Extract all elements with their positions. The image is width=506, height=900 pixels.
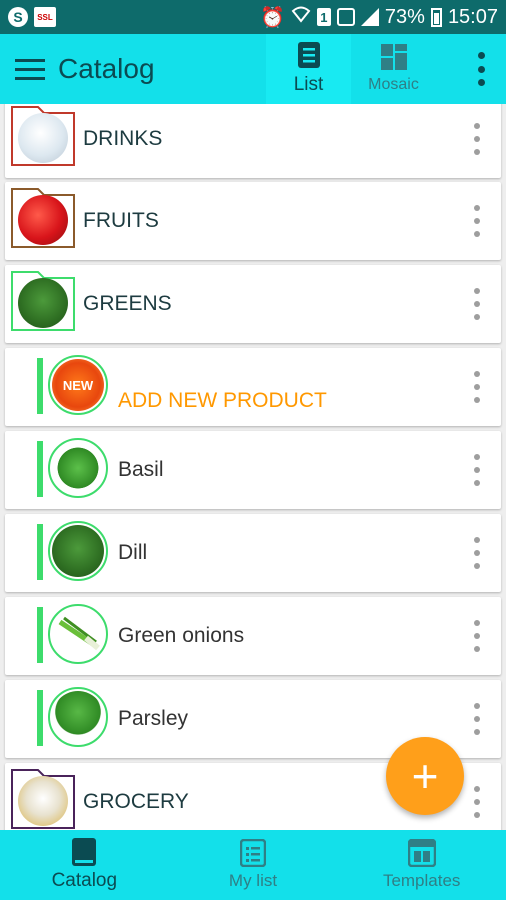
nav-my-list-label: My list (228, 871, 278, 890)
row-menu-icon[interactable] (473, 786, 481, 818)
basil-icon (48, 438, 108, 498)
template-icon (407, 839, 436, 867)
wifi-icon (291, 5, 311, 29)
mosaic-view-icon (380, 44, 407, 70)
folder-icon (10, 104, 76, 167)
add-new-product-row[interactable]: NEW ADD NEW PRODUCT (5, 348, 501, 426)
view-tabs: List Mosaic (266, 34, 436, 104)
signal-icon (360, 8, 379, 26)
subcategory-bar (37, 358, 43, 414)
sim-icon: 1 (316, 8, 331, 26)
overflow-menu-icon[interactable] (476, 52, 486, 86)
row-menu-icon[interactable] (473, 620, 481, 652)
nav-templates[interactable]: Templates (337, 830, 506, 900)
row-menu-icon[interactable] (473, 537, 481, 569)
tab-list[interactable]: List (266, 34, 351, 104)
parsley-icon (48, 687, 108, 747)
skype-icon: S (8, 7, 28, 27)
status-bar: S SSL ⏰ 1 73% 15:07 (0, 0, 506, 34)
nav-catalog-label: Catalog (51, 870, 118, 891)
list-item[interactable]: Dill (5, 514, 501, 592)
page-title: Catalog (58, 53, 155, 84)
subcategory-bar (37, 607, 43, 663)
list-item[interactable]: Green onions (5, 597, 501, 675)
list-item[interactable]: DRINKS (5, 104, 501, 178)
category-label: GROCERY (83, 790, 189, 813)
list-item[interactable]: FRUITS (5, 182, 501, 260)
apple-icon (18, 195, 68, 245)
hamburger-menu-icon[interactable] (6, 34, 54, 104)
category-label: GREENS (83, 292, 172, 315)
clock: 15:07 (447, 5, 498, 28)
folder-icon (10, 185, 76, 249)
checklist-icon (240, 839, 266, 867)
folder-icon (10, 766, 76, 830)
drinks-icon (18, 113, 68, 163)
tab-mosaic-label: Mosaic (368, 76, 419, 93)
row-menu-icon[interactable] (473, 703, 481, 735)
list-view-icon (297, 42, 320, 68)
folder-icon (10, 268, 76, 332)
battery-percent: 73% (384, 5, 425, 28)
row-menu-icon[interactable] (473, 371, 481, 403)
app-bar: Catalog List Mosaic (0, 34, 506, 104)
row-menu-icon[interactable] (473, 454, 481, 486)
row-menu-icon[interactable] (473, 123, 481, 155)
nav-my-list[interactable]: My list (169, 830, 338, 900)
green-onion-icon (48, 604, 108, 664)
signal-box-icon (336, 8, 355, 26)
row-menu-icon[interactable] (473, 288, 481, 320)
list-item[interactable]: Basil (5, 431, 501, 509)
dill-icon (48, 521, 108, 581)
row-menu-icon[interactable] (473, 205, 481, 237)
dill-icon (18, 278, 68, 328)
add-new-product-label: ADD NEW PRODUCT (118, 389, 327, 412)
tab-list-label: List (293, 74, 324, 95)
ssl-icon: SSL (34, 7, 56, 27)
plus-icon: + (411, 750, 439, 802)
svg-text:NEW: NEW (63, 378, 94, 393)
subcategory-bar (37, 441, 43, 497)
alarm-icon: ⏰ (260, 6, 285, 29)
subcategory-bar (37, 524, 43, 580)
product-label: Dill (118, 541, 148, 564)
nav-catalog[interactable]: Catalog (0, 830, 169, 900)
new-badge-icon: NEW (48, 355, 108, 415)
bottom-nav: Catalog My list Templates (0, 830, 506, 900)
subcategory-bar (37, 690, 43, 746)
product-label: Green onions (118, 624, 245, 647)
list-item[interactable]: GREENS (5, 265, 501, 343)
catalog-list: DRINKS FRUITS GREENS NEW ADD NEW PRODUCT (0, 104, 506, 830)
product-label: Parsley (118, 707, 189, 730)
category-label: DRINKS (83, 127, 163, 150)
nav-templates-label: Templates (382, 871, 461, 890)
product-label: Basil (118, 458, 164, 481)
tab-mosaic[interactable]: Mosaic (351, 34, 436, 104)
grocery-icon (18, 776, 68, 826)
battery-icon (430, 7, 442, 27)
add-fab-button[interactable]: + (386, 737, 464, 815)
book-icon (72, 838, 97, 866)
category-label: FRUITS (83, 209, 159, 232)
